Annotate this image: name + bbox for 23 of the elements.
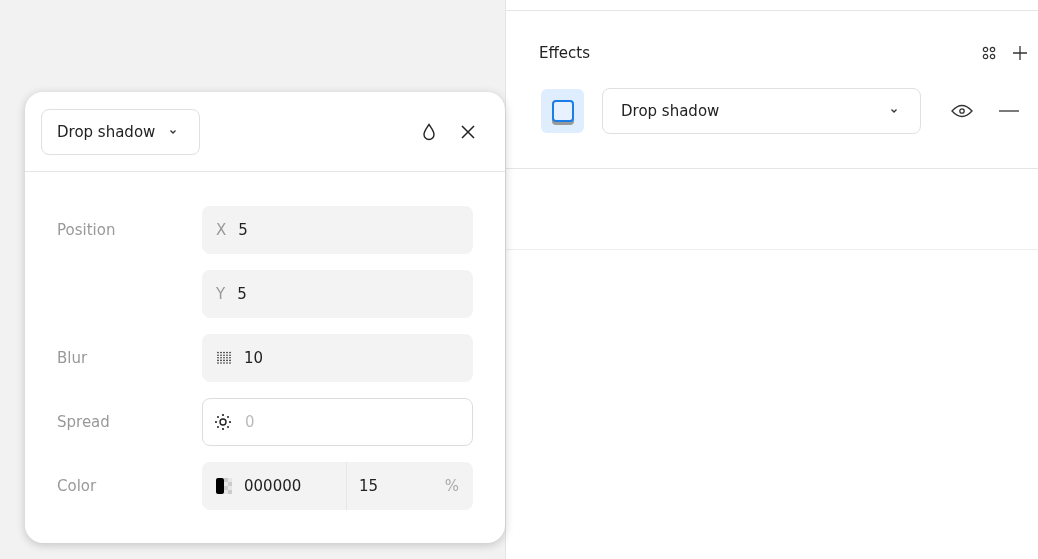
color-swatch-icon bbox=[216, 478, 232, 494]
spread-field[interactable]: 0 bbox=[202, 398, 473, 446]
field-label: Blur bbox=[57, 349, 89, 367]
blur-field[interactable]: 10 bbox=[202, 334, 473, 382]
dot-grid-icon bbox=[216, 351, 232, 365]
effect-icon[interactable] bbox=[541, 89, 584, 133]
remove-icon[interactable] bbox=[999, 109, 1019, 113]
chevron-down-icon bbox=[169, 128, 178, 135]
section-title: Effects bbox=[539, 44, 591, 62]
chevron-down-icon bbox=[890, 108, 898, 114]
field-label: Position bbox=[57, 221, 117, 239]
y-field[interactable]: Y 5 bbox=[202, 270, 473, 318]
drop-icon[interactable] bbox=[422, 122, 436, 141]
add-icon[interactable] bbox=[1012, 45, 1028, 61]
x-field[interactable]: X 5 bbox=[202, 206, 473, 254]
effect-type-dropdown[interactable]: Drop shadow bbox=[602, 88, 921, 134]
styles-icon[interactable] bbox=[982, 46, 996, 60]
field-label: Spread bbox=[57, 413, 111, 431]
close-icon[interactable] bbox=[460, 123, 476, 140]
effect-type-dropdown[interactable]: Drop shadow bbox=[41, 108, 201, 155]
color-field[interactable]: 000000 15 % bbox=[202, 462, 473, 510]
field-label: Color bbox=[57, 477, 98, 495]
eye-icon[interactable] bbox=[951, 104, 973, 118]
